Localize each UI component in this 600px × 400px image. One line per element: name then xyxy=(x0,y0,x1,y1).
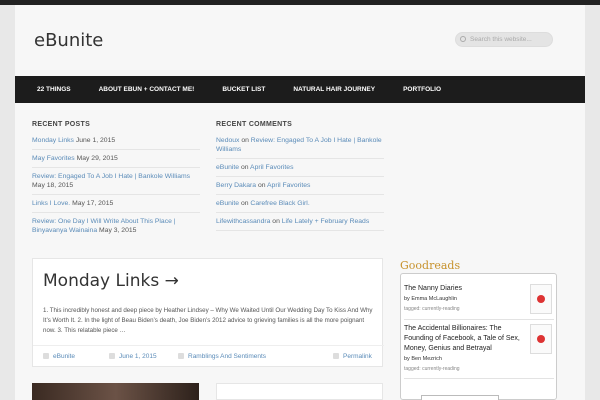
list-item: Nedoux on Review: Engaged To A Job I Hat… xyxy=(216,132,384,159)
list-item: May Favorites May 29, 2015 xyxy=(32,150,200,168)
goodreads-widget: The Nanny Diaries by Emma McLaughlin tag… xyxy=(400,273,557,400)
recent-posts-list: Monday Links June 1, 2015 May Favorites … xyxy=(32,132,200,239)
post-date-link[interactable]: June 1, 2015 xyxy=(119,353,157,360)
site-title[interactable]: eBunite xyxy=(34,30,103,51)
site-header: eBunite Search this website... xyxy=(15,5,585,76)
link-icon xyxy=(333,353,339,359)
book-cover-image[interactable] xyxy=(530,324,552,354)
comment-post-link[interactable]: Life Lately + February Reads xyxy=(282,218,369,225)
nav-item-portfolio[interactable]: PORTFOLIO xyxy=(389,76,455,103)
main-nav: 22 THINGS ABOUT EBUN + CONTACT ME! BUCKE… xyxy=(15,76,585,103)
comment-author-link[interactable]: eBunite xyxy=(216,164,239,171)
comment-on-text: on xyxy=(257,182,266,189)
post-author-link[interactable]: eBunite xyxy=(53,353,75,360)
comment-post-link[interactable]: April Favorites xyxy=(250,164,293,171)
comment-author-link[interactable]: eBunite xyxy=(216,200,239,207)
post-title[interactable]: Monday Links → xyxy=(43,271,179,291)
recent-post-date: May 3, 2015 xyxy=(99,227,137,234)
divider xyxy=(404,319,554,320)
nav-item-22-things[interactable]: 22 THINGS xyxy=(15,76,85,103)
recent-post-date: May 18, 2015 xyxy=(32,182,74,189)
calendar-icon xyxy=(109,353,115,359)
recent-comments-list: Nedoux on Review: Engaged To A Job I Hat… xyxy=(216,132,384,231)
goodreads-search-input[interactable] xyxy=(421,395,499,400)
recent-comments-title: RECENT COMMENTS xyxy=(216,121,293,128)
comment-author-link[interactable]: Berry Dakara xyxy=(216,182,256,189)
page-wrapper: eBunite Search this website... 22 THINGS… xyxy=(15,5,585,400)
folder-icon xyxy=(178,353,184,359)
nav-item-about[interactable]: ABOUT EBUN + CONTACT ME! xyxy=(85,76,209,103)
comment-author-link[interactable]: Nedoux xyxy=(216,137,239,144)
user-icon xyxy=(43,353,49,359)
list-item: Review: One Day I Will Write About This … xyxy=(32,213,200,239)
list-item: Berry Dakara on April Favorites xyxy=(216,177,384,195)
nav-item-natural-hair[interactable]: NATURAL HAIR JOURNEY xyxy=(279,76,389,103)
nav-item-bucket-list[interactable]: BUCKET LIST xyxy=(208,76,279,103)
list-item: Links I Love. May 17, 2015 xyxy=(32,195,200,213)
recent-post-link[interactable]: May Favorites xyxy=(32,155,75,162)
search-icon xyxy=(460,36,466,42)
book-cover-image[interactable] xyxy=(530,284,552,314)
recent-post-date: June 1, 2015 xyxy=(75,137,116,144)
post-thumbnail[interactable] xyxy=(32,383,199,400)
comment-on-text: on xyxy=(240,164,249,171)
comment-post-link[interactable]: Carefree Black Girl. xyxy=(250,200,309,207)
list-item: Review: Engaged To A Job I Hate | Bankol… xyxy=(32,168,200,195)
recent-post-link[interactable]: Links I Love. xyxy=(32,200,70,207)
recent-post-link[interactable]: Review: Engaged To A Job I Hate | Bankol… xyxy=(32,173,190,180)
book-author: by Ben Mezrich xyxy=(404,356,442,362)
recent-post-date: May 17, 2015 xyxy=(72,200,114,207)
divider xyxy=(404,378,554,379)
goodreads-title: Goodreads xyxy=(400,259,461,272)
comment-on-text: on xyxy=(272,218,280,225)
post-permalink[interactable]: Permalink xyxy=(343,353,372,360)
list-item: eBunite on Carefree Black Girl. xyxy=(216,195,384,213)
search-placeholder: Search this website... xyxy=(470,36,532,43)
list-item: Monday Links June 1, 2015 xyxy=(32,132,200,150)
recent-posts-title: RECENT POSTS xyxy=(32,121,91,128)
recent-post-date: May 29, 2015 xyxy=(76,155,118,162)
search-input[interactable]: Search this website... xyxy=(455,32,553,47)
book-title[interactable]: The Accidental Billionaires: The Foundin… xyxy=(404,324,522,354)
goodreads-book: The Nanny Diaries by Emma McLaughlin tag… xyxy=(404,284,554,314)
book-title[interactable]: The Nanny Diaries xyxy=(404,284,522,294)
comment-post-link[interactable]: April Favorites xyxy=(267,182,310,189)
comment-on-text: on xyxy=(240,200,249,207)
post-meta: eBunite June 1, 2015 Ramblings And Senti… xyxy=(33,345,384,367)
comment-author-link[interactable]: Lifewithcassandra xyxy=(216,218,270,225)
list-item: Lifewithcassandra on Life Lately + Febru… xyxy=(216,213,384,231)
recent-post-link[interactable]: Monday Links xyxy=(32,137,74,144)
post-category-link[interactable]: Ramblings And Sentiments xyxy=(188,353,266,360)
post-card: Monday Links → 1. This incredibly honest… xyxy=(32,258,384,367)
goodreads-book: The Accidental Billionaires: The Foundin… xyxy=(404,324,554,372)
list-item: eBunite on April Favorites xyxy=(216,159,384,177)
post-card-next xyxy=(216,383,383,400)
book-tagged: tagged: currently-reading xyxy=(404,366,460,372)
post-excerpt: 1. This incredibly honest and deep piece… xyxy=(43,307,373,334)
comment-on-text: on xyxy=(241,137,249,144)
